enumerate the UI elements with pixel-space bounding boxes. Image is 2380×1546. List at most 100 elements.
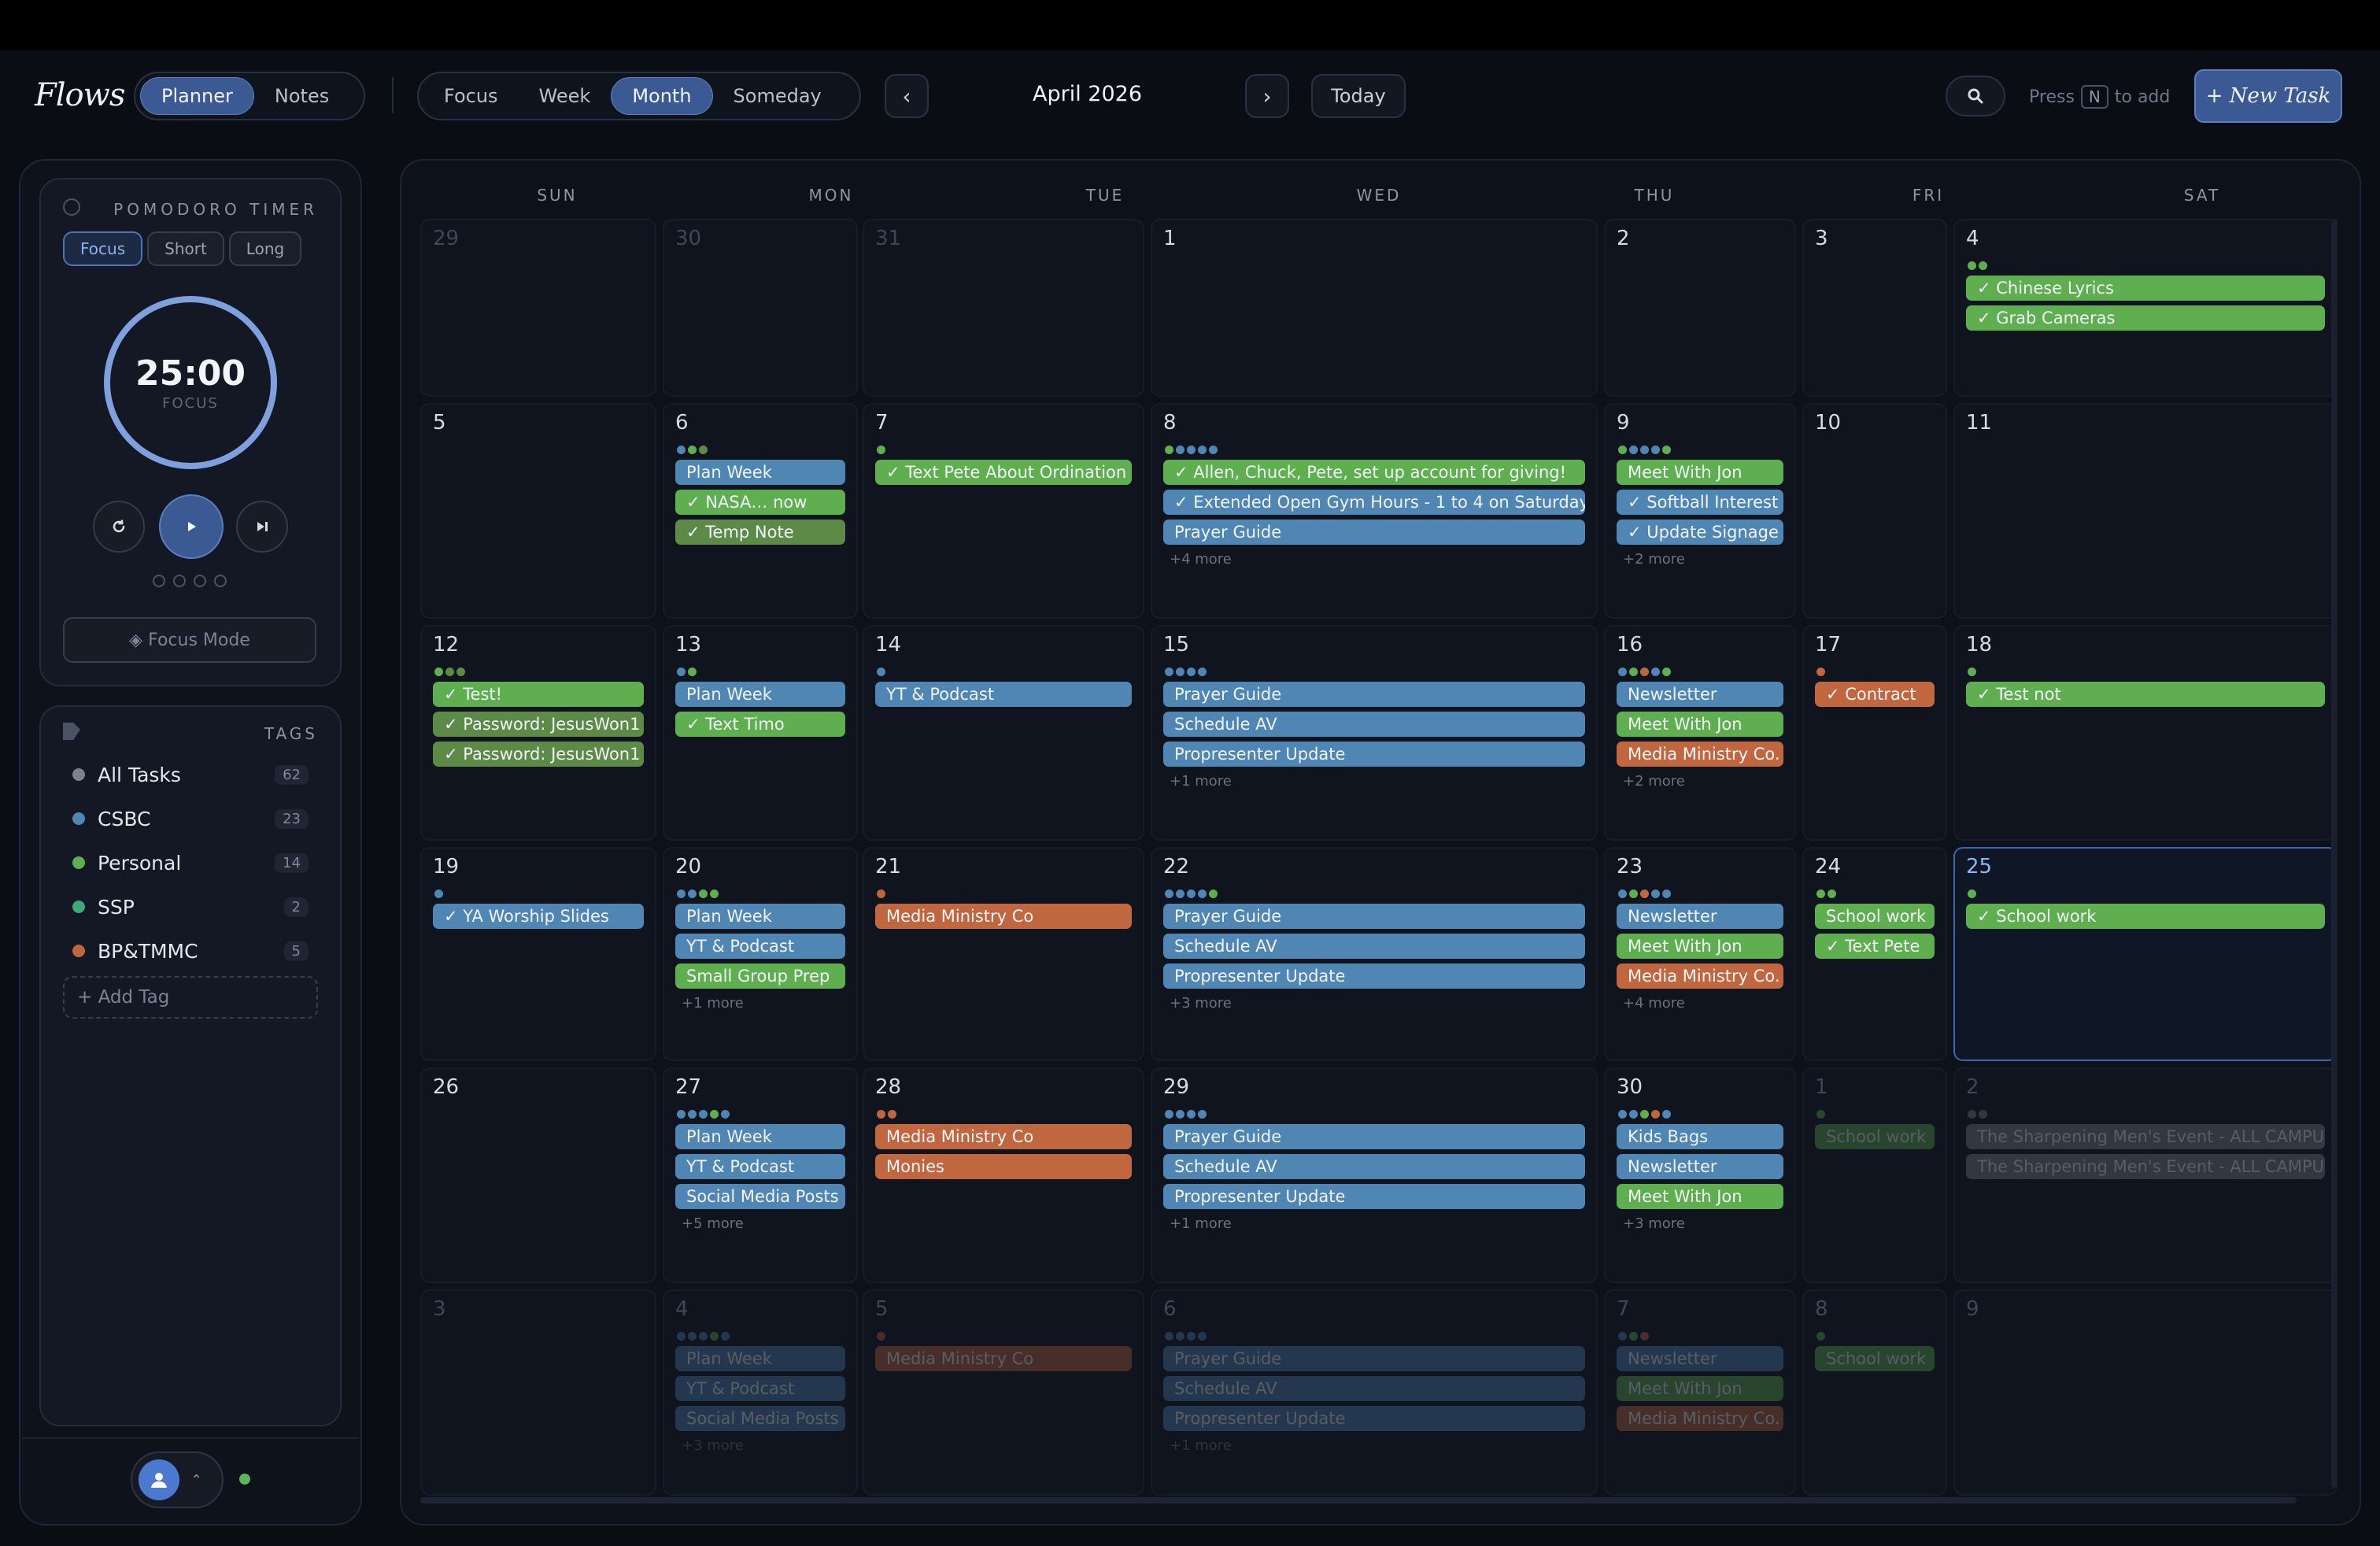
day-cell[interactable]: 25 ✓ School work bbox=[1953, 847, 2338, 1061]
day-cell[interactable]: 3 bbox=[1802, 219, 1947, 397]
event-chip[interactable]: Newsletter bbox=[1617, 1346, 1783, 1371]
day-cell[interactable]: 11 bbox=[1953, 403, 2338, 619]
tag-item[interactable]: CSBC 23 bbox=[72, 803, 309, 834]
event-chip[interactable]: Meet With Jon bbox=[1617, 460, 1783, 485]
new-task-button[interactable]: + New Task bbox=[2194, 69, 2342, 123]
event-chip[interactable]: Prayer Guide bbox=[1163, 520, 1585, 545]
event-chip[interactable]: ✓ Test not bbox=[1966, 682, 2325, 707]
day-cell[interactable]: 6 Plan Week ✓ NASA… now ✓ Temp Note bbox=[663, 403, 858, 619]
event-chip[interactable]: YT & Podcast bbox=[675, 1376, 845, 1401]
tab-month[interactable]: Month bbox=[611, 77, 713, 115]
day-cell[interactable]: 10 bbox=[1802, 403, 1947, 619]
day-cell[interactable]: 8 School work bbox=[1802, 1289, 1947, 1496]
day-cell[interactable]: 3 bbox=[420, 1289, 656, 1496]
tab-focus[interactable]: Focus bbox=[423, 77, 519, 115]
event-chip[interactable]: Plan Week bbox=[675, 1124, 845, 1149]
event-chip[interactable]: School work bbox=[1815, 1124, 1935, 1149]
event-chip[interactable]: Propresenter Update bbox=[1163, 742, 1585, 767]
event-chip[interactable]: Meet With Jon bbox=[1617, 1184, 1783, 1209]
more-events-link[interactable]: +1 more bbox=[1170, 1437, 1232, 1454]
event-chip[interactable]: ✓ Grab Cameras bbox=[1966, 305, 2325, 331]
event-chip[interactable]: Prayer Guide bbox=[1163, 682, 1585, 707]
event-chip[interactable]: ✓ Allen, Chuck, Pete, set up account for… bbox=[1163, 460, 1585, 485]
event-chip[interactable]: Media Ministry Co. bbox=[1617, 963, 1783, 989]
event-chip[interactable]: Propresenter Update bbox=[1163, 1406, 1585, 1431]
add-tag-button[interactable]: + Add Tag bbox=[63, 976, 318, 1019]
event-chip[interactable]: ✓ Contract bbox=[1815, 682, 1935, 707]
more-events-link[interactable]: +4 more bbox=[1170, 551, 1232, 568]
more-events-link[interactable]: +2 more bbox=[1623, 773, 1685, 790]
event-chip[interactable]: School work bbox=[1815, 904, 1935, 929]
day-cell[interactable]: 1 bbox=[1151, 219, 1598, 397]
event-chip[interactable]: Schedule AV bbox=[1163, 1376, 1585, 1401]
tag-item[interactable]: All Tasks 62 bbox=[72, 759, 309, 790]
vertical-scrollbar[interactable] bbox=[2331, 219, 2338, 1488]
day-cell[interactable]: 12 ✓ Test! ✓ Password: JesusWon1 ✓ Password… bbox=[420, 625, 656, 841]
day-cell[interactable]: 23 Newsletter Meet With Jon Media Ministry … bbox=[1604, 847, 1796, 1061]
event-chip[interactable]: Small Group Prep bbox=[675, 963, 845, 989]
day-cell[interactable]: 1 School work bbox=[1802, 1067, 1947, 1283]
event-chip[interactable]: Meet With Jon bbox=[1617, 934, 1783, 959]
event-chip[interactable]: ✓ Chinese Lyrics bbox=[1966, 276, 2325, 301]
search-button[interactable] bbox=[1946, 76, 2005, 117]
day-cell[interactable]: 27 Plan Week YT & Podcast Social Media Post… bbox=[663, 1067, 858, 1283]
day-cell[interactable]: 5 bbox=[420, 403, 656, 619]
today-button[interactable]: Today bbox=[1311, 74, 1406, 118]
event-chip[interactable]: Newsletter bbox=[1617, 682, 1783, 707]
more-events-link[interactable]: +1 more bbox=[682, 995, 744, 1012]
day-cell[interactable]: 5 Media Ministry Co bbox=[863, 1289, 1144, 1496]
focus-mode-button[interactable]: ◈ Focus Mode bbox=[63, 617, 316, 663]
horizontal-scrollbar[interactable] bbox=[420, 1497, 2297, 1503]
day-cell[interactable]: 29 Prayer Guide Schedule AV Propresenter Up… bbox=[1151, 1067, 1598, 1283]
day-cell[interactable]: 7 Newsletter Meet With Jon Media Ministry C… bbox=[1604, 1289, 1796, 1496]
event-chip[interactable]: ✓ Text Pete About Ordination bbox=[875, 460, 1132, 485]
day-cell[interactable]: 7 ✓ Text Pete About Ordination bbox=[863, 403, 1144, 619]
event-chip[interactable]: ✓ Extended Open Gym Hours - 1 to 4 on Sa… bbox=[1163, 490, 1585, 515]
event-chip[interactable]: Media Ministry Co bbox=[875, 1124, 1132, 1149]
day-cell[interactable]: 2 bbox=[1604, 219, 1796, 397]
more-events-link[interactable]: +3 more bbox=[682, 1437, 744, 1454]
day-cell[interactable]: 19 ✓ YA Worship Slides bbox=[420, 847, 656, 1061]
event-chip[interactable]: The Sharpening Men's Event - ALL CAMPUSE… bbox=[1966, 1124, 2325, 1149]
event-chip[interactable]: Media Ministry Co. bbox=[1617, 1406, 1783, 1431]
day-cell[interactable]: 8 ✓ Allen, Chuck, Pete, set up account fo… bbox=[1151, 403, 1598, 619]
event-chip[interactable]: Media Ministry Co bbox=[875, 904, 1132, 929]
day-cell[interactable]: 9 Meet With Jon ✓ Softball Interest ✓ Updat… bbox=[1604, 403, 1796, 619]
day-cell[interactable]: 22 Prayer Guide Schedule AV Propresenter Up… bbox=[1151, 847, 1598, 1061]
tab-week[interactable]: Week bbox=[519, 77, 612, 115]
event-chip[interactable]: ✓ YA Worship Slides bbox=[433, 904, 644, 929]
more-events-link[interactable]: +1 more bbox=[1170, 1215, 1232, 1232]
event-chip[interactable]: School work bbox=[1815, 1346, 1935, 1371]
day-cell[interactable]: 4 ✓ Chinese Lyrics ✓ Grab Cameras bbox=[1953, 219, 2338, 397]
tab-notes[interactable]: Notes bbox=[254, 77, 349, 115]
event-chip[interactable]: Schedule AV bbox=[1163, 934, 1585, 959]
event-chip[interactable]: Kids Bags bbox=[1617, 1124, 1783, 1149]
day-cell[interactable]: 18 ✓ Test not bbox=[1953, 625, 2338, 841]
tab-planner[interactable]: Planner bbox=[140, 77, 254, 115]
event-chip[interactable]: Plan Week bbox=[675, 904, 845, 929]
more-events-link[interactable]: +5 more bbox=[682, 1215, 744, 1232]
event-chip[interactable]: ✓ Text Pete bbox=[1815, 934, 1935, 959]
day-cell[interactable]: 6 Prayer Guide Schedule AV Propresenter Upd… bbox=[1151, 1289, 1598, 1496]
event-chip[interactable]: ✓ Test! bbox=[433, 682, 644, 707]
event-chip[interactable]: Social Media Posts bbox=[675, 1184, 845, 1209]
day-cell[interactable]: 30 bbox=[663, 219, 858, 397]
day-cell[interactable]: 20 Plan Week YT & Podcast Small Group Prep +… bbox=[663, 847, 858, 1061]
event-chip[interactable]: ✓ Text Timo bbox=[675, 712, 845, 737]
event-chip[interactable]: ✓ NASA… now bbox=[675, 490, 845, 515]
event-chip[interactable]: Social Media Posts bbox=[675, 1406, 845, 1431]
event-chip[interactable]: Propresenter Update bbox=[1163, 963, 1585, 989]
day-cell[interactable]: 4 Plan Week YT & Podcast Social Media Posts… bbox=[663, 1289, 858, 1496]
event-chip[interactable]: Plan Week bbox=[675, 682, 845, 707]
more-events-link[interactable]: +1 more bbox=[1170, 773, 1232, 790]
skip-timer-button[interactable] bbox=[236, 501, 288, 553]
user-menu-button[interactable]: ⌃ bbox=[131, 1452, 224, 1508]
pomodoro-tab-focus[interactable]: Focus bbox=[63, 231, 143, 266]
prev-month-button[interactable]: ‹ bbox=[885, 74, 929, 118]
day-cell[interactable]: 9 bbox=[1953, 1289, 2338, 1496]
event-chip[interactable]: YT & Podcast bbox=[675, 1154, 845, 1179]
event-chip[interactable]: Media Ministry Co bbox=[875, 1346, 1132, 1371]
event-chip[interactable]: Prayer Guide bbox=[1163, 1124, 1585, 1149]
event-chip[interactable]: ✓ Update Signage bbox=[1617, 520, 1783, 545]
event-chip[interactable]: Schedule AV bbox=[1163, 1154, 1585, 1179]
